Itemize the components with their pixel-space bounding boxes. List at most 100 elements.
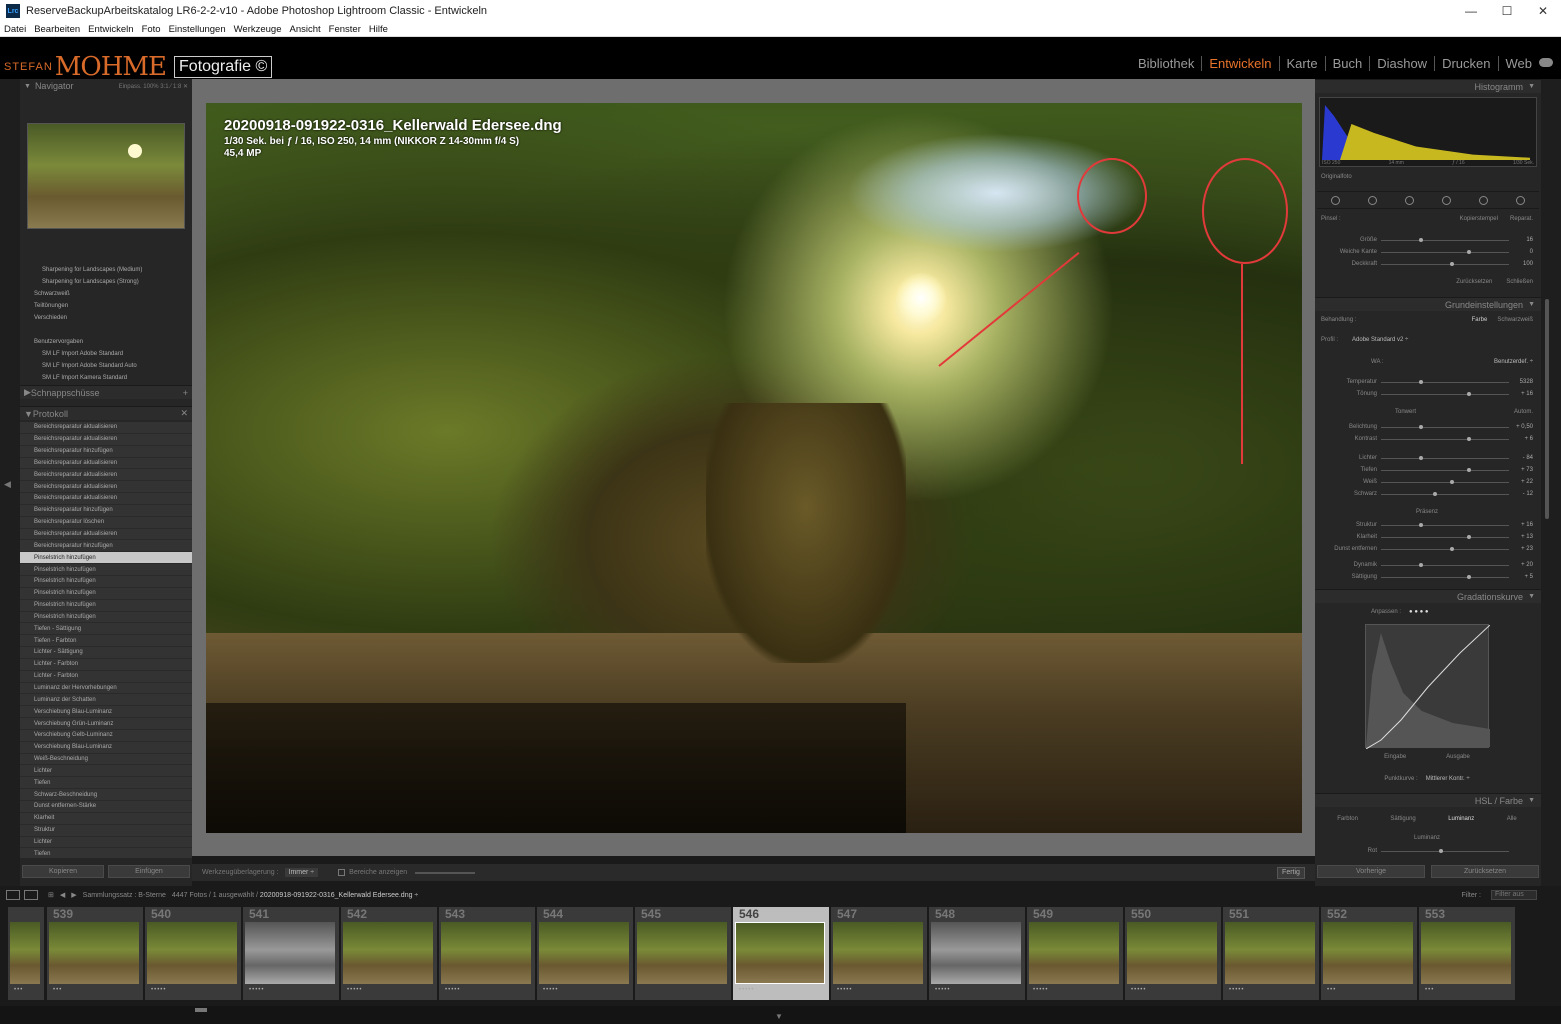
slider-value[interactable]: - 12: [1509, 491, 1533, 497]
preset-folder[interactable]: Verschieden: [20, 312, 192, 324]
collapse-left-arrow-icon[interactable]: ◀: [4, 479, 11, 490]
history-item[interactable]: Bereichsreparatur aktualisieren: [20, 469, 192, 482]
history-item[interactable]: Lichter: [20, 765, 192, 778]
rating-stars[interactable]: •••••: [347, 987, 363, 993]
show-spots-checkbox[interactable]: [338, 869, 346, 876]
slider-track[interactable]: [1381, 237, 1509, 242]
graduated-filter-icon[interactable]: [1442, 195, 1451, 205]
slider-row[interactable]: Schwarz - 12: [1321, 489, 1533, 499]
brush-tool-icon[interactable]: [1516, 195, 1525, 205]
slider-value[interactable]: + 16: [1509, 391, 1533, 397]
snapshots-header[interactable]: ▶ Schnappschüsse +: [20, 385, 192, 399]
preset-item[interactable]: Sharpening for Landscapes (Strong): [20, 276, 192, 288]
curve-channel-rgb-icon[interactable]: ● ● ● ●: [1409, 609, 1429, 619]
menu-bearbeiten[interactable]: Bearbeiten: [30, 24, 84, 35]
thumbnail-image[interactable]: [441, 922, 531, 984]
rating-stars[interactable]: •••: [1425, 987, 1434, 993]
history-item[interactable]: Lichter - Farbton: [20, 671, 192, 683]
previous-settings-button[interactable]: Vorherige: [1317, 865, 1425, 878]
module-karte[interactable]: Karte: [1278, 56, 1325, 71]
preset-folder[interactable]: Teiltönungen: [20, 300, 192, 312]
slider-knob[interactable]: [1450, 261, 1455, 266]
hsl-tab-alle[interactable]: Alle: [1507, 816, 1517, 826]
clone-mode-button[interactable]: Kopierstempel: [1460, 216, 1498, 226]
slider-row[interactable]: Klarheit + 13: [1321, 532, 1533, 542]
history-item[interactable]: Lichter - Farbton: [20, 659, 192, 671]
slider-knob[interactable]: [1466, 534, 1471, 539]
basic-header[interactable]: Grundeinstellungen ▼: [1315, 297, 1541, 311]
history-item[interactable]: Bereichsreparatur löschen: [20, 517, 192, 529]
thumbnail-image[interactable]: [539, 922, 629, 984]
close-window-button[interactable]: ✕: [1525, 0, 1561, 22]
slider-row[interactable]: Dunst entfernen + 23: [1321, 544, 1533, 554]
filmstrip-thumbnail[interactable]: 542 •••••: [341, 907, 437, 1000]
slider-knob[interactable]: [1438, 848, 1443, 853]
module-diashow[interactable]: Diashow: [1369, 56, 1434, 71]
spots-slider[interactable]: [415, 871, 476, 874]
slider-track[interactable]: [1381, 479, 1509, 484]
thumbnail-image[interactable]: [1323, 922, 1413, 984]
rating-stars[interactable]: •••••: [1131, 987, 1147, 993]
history-item[interactable]: Weiß-Beschneidung: [20, 754, 192, 766]
treatment-bw[interactable]: Schwarzweiß: [1497, 317, 1533, 327]
clear-history-button[interactable]: ✕: [180, 408, 188, 419]
thumbnail-image[interactable]: [1421, 922, 1511, 984]
thumbnail-image[interactable]: [1127, 922, 1217, 984]
history-item[interactable]: Verschiebung Grün-Luminanz: [20, 718, 192, 730]
filmstrip-scrollbar[interactable]: ▼: [0, 1006, 1561, 1024]
filmstrip-thumbnail[interactable]: 543 •••••: [439, 907, 535, 1000]
slider-knob[interactable]: [1466, 249, 1471, 254]
history-item[interactable]: Pinselstrich hinzufügen: [20, 600, 192, 612]
menu-foto[interactable]: Foto: [138, 24, 165, 35]
slider-track[interactable]: [1381, 436, 1509, 441]
filter-select[interactable]: Filter aus: [1491, 890, 1537, 900]
history-item[interactable]: Bereichsreparatur aktualisieren: [20, 422, 192, 434]
rating-stars[interactable]: •••: [14, 987, 23, 993]
thumbnail-image[interactable]: [931, 922, 1021, 984]
main-photo[interactable]: 20200918-091922-0316_Kellerwald Edersee.…: [206, 103, 1302, 833]
rating-stars[interactable]: •••: [53, 987, 62, 993]
slider-row[interactable]: Weiß + 22: [1321, 477, 1533, 487]
preset-folder[interactable]: Schwarzweiß: [20, 288, 192, 300]
module-buch[interactable]: Buch: [1324, 56, 1370, 71]
source-label[interactable]: Sammlungssatz : B-Sterne: [83, 892, 166, 899]
slider-knob[interactable]: [1419, 379, 1424, 384]
paste-button[interactable]: Einfügen: [108, 865, 190, 878]
slider-knob[interactable]: [1466, 467, 1471, 472]
slider-knob[interactable]: [1466, 574, 1471, 579]
history-item[interactable]: Klarheit: [20, 813, 192, 825]
slider-track[interactable]: [1381, 491, 1509, 496]
history-item[interactable]: Bereichsreparatur aktualisieren: [20, 434, 192, 446]
slider-knob[interactable]: [1466, 391, 1471, 396]
slider-row[interactable]: Deckkraft 100: [1321, 259, 1533, 269]
history-item[interactable]: Lichter - Sättigung: [20, 647, 192, 659]
module-entwickeln[interactable]: Entwickeln: [1201, 56, 1278, 71]
preset-item[interactable]: SM LF Import Adobe Standard Auto: [20, 360, 192, 372]
filmstrip-thumbnail[interactable]: •••: [8, 907, 44, 1000]
slider-knob[interactable]: [1419, 237, 1424, 242]
maximize-button[interactable]: ☐: [1489, 0, 1525, 22]
history-item[interactable]: Pinselstrich hinzufügen: [20, 564, 192, 576]
history-item[interactable]: Pinselstrich hinzufügen: [20, 552, 192, 565]
slider-value[interactable]: + 6: [1509, 436, 1533, 442]
thumbnail-image[interactable]: [1225, 922, 1315, 984]
slider-track[interactable]: [1381, 562, 1509, 567]
module-drucken[interactable]: Drucken: [1434, 56, 1497, 71]
copy-button[interactable]: Kopieren: [22, 865, 104, 878]
menu-ansicht[interactable]: Ansicht: [286, 24, 325, 35]
slider-row[interactable]: Tönung + 16: [1321, 389, 1533, 399]
slider-knob[interactable]: [1419, 522, 1424, 527]
history-item[interactable]: Bereichsreparatur hinzufügen: [20, 540, 192, 553]
slider-knob[interactable]: [1466, 436, 1471, 441]
history-item[interactable]: Bereichsreparatur aktualisieren: [20, 529, 192, 541]
spot-removal-tool-icon[interactable]: [1368, 195, 1377, 205]
hsl-tab-saettigung[interactable]: Sättigung: [1390, 816, 1415, 826]
heal-mode-button[interactable]: Reparat.: [1510, 216, 1533, 226]
add-snapshot-button[interactable]: +: [183, 388, 188, 398]
tonecurve-header[interactable]: Gradationskurve ▼: [1315, 589, 1541, 603]
right-panel-scroll[interactable]: [1541, 79, 1561, 886]
right-panel-scrollbar[interactable]: [1545, 299, 1549, 519]
rating-stars[interactable]: •••••: [543, 987, 559, 993]
spot-reset-button[interactable]: Zurücksetzen: [1456, 279, 1492, 289]
preset-item[interactable]: SM LF Import Kamera Standard: [20, 372, 192, 384]
